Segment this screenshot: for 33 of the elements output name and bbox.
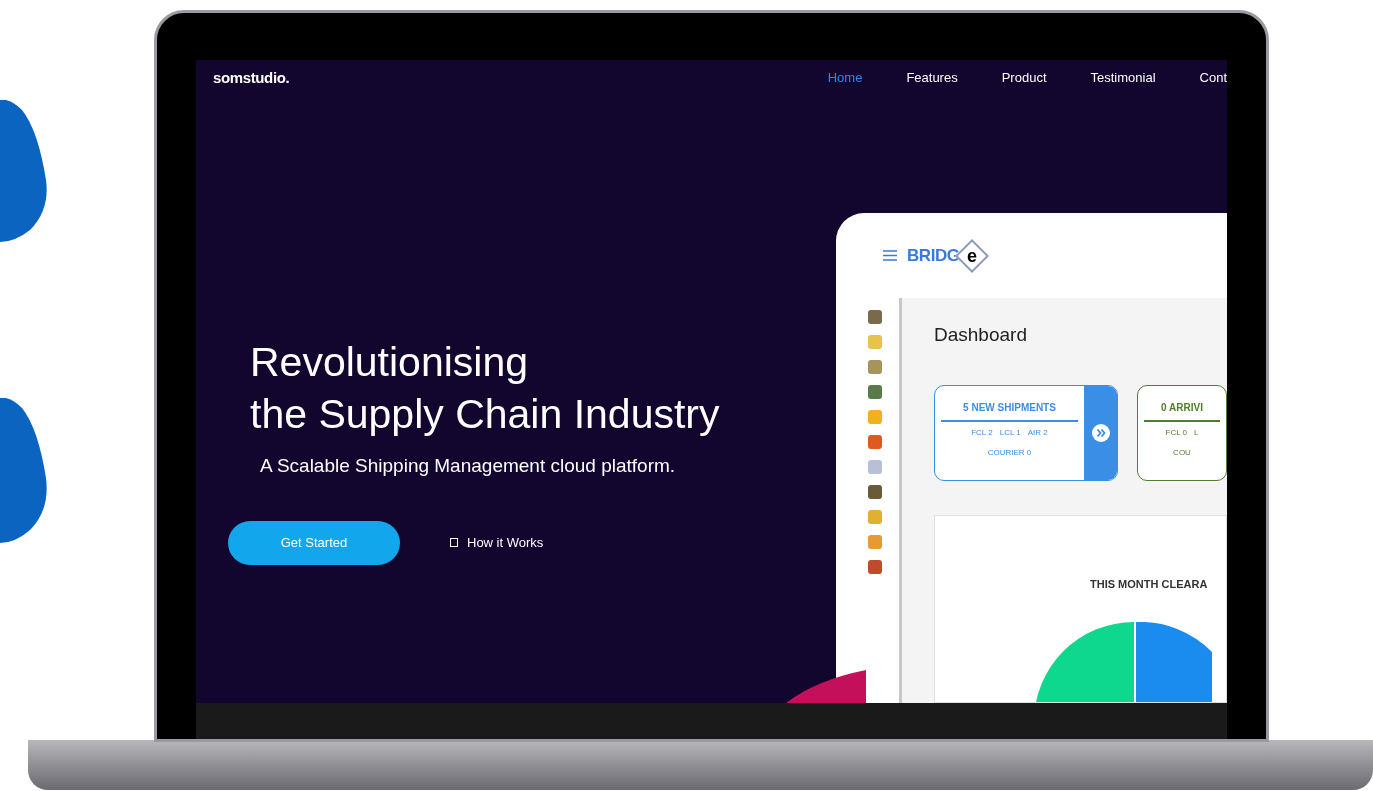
- brand-logo: somstudio.: [213, 67, 290, 88]
- hero-title: the Supply Chain Industry: [249, 390, 721, 439]
- square-icon: [450, 538, 458, 547]
- card-stat: LCL 1: [999, 426, 1021, 439]
- app-icon[interactable]: [867, 385, 882, 399]
- nav-link[interactable]: Product: [1001, 68, 1047, 88]
- card-stat: L: [1194, 426, 1199, 439]
- app-icon[interactable]: [867, 360, 882, 374]
- app-icon[interactable]: [867, 435, 882, 449]
- stat-card[interactable]: 0 ARRIVI FCL 0 L COU: [1137, 384, 1227, 481]
- double-chevron-icon: [1091, 423, 1110, 442]
- hero-title: Revolutionising: [249, 338, 530, 387]
- card-footer: COU: [1173, 446, 1191, 459]
- nav-link[interactable]: Testimonial: [1090, 68, 1156, 88]
- how-it-works-link[interactable]: How it Works: [467, 532, 544, 553]
- stat-card[interactable]: 5 NEW SHIPMENTS FCL 2 LCL 1 AIR 2 COURIER 0: [934, 384, 1118, 481]
- card-title: 0 ARRIVI: [1161, 400, 1203, 415]
- card-footer: COURIER 0: [987, 446, 1032, 459]
- hero-subtitle: A Scalable Shipping Management cloud platform.: [259, 454, 677, 478]
- card-arrow-panel[interactable]: [1084, 385, 1117, 480]
- app-icon[interactable]: [867, 560, 882, 574]
- card-title: 5 NEW SHIPMENTS: [963, 400, 1056, 415]
- card-stat: FCL 2: [971, 426, 993, 439]
- app-icon[interactable]: [867, 485, 882, 499]
- page-heading: Dashboard: [934, 323, 1028, 347]
- nav-link[interactable]: Features: [906, 68, 958, 88]
- nav-link[interactable]: Home: [827, 68, 863, 88]
- menu-icon[interactable]: [883, 250, 897, 261]
- card-stat: FCL 0: [1165, 426, 1187, 439]
- nav-link[interactable]: Cont: [1199, 68, 1227, 88]
- chart-title: THIS MONTH CLEARA: [1090, 576, 1209, 592]
- card-stat: AIR 2: [1027, 426, 1048, 439]
- app-icon[interactable]: [867, 310, 882, 324]
